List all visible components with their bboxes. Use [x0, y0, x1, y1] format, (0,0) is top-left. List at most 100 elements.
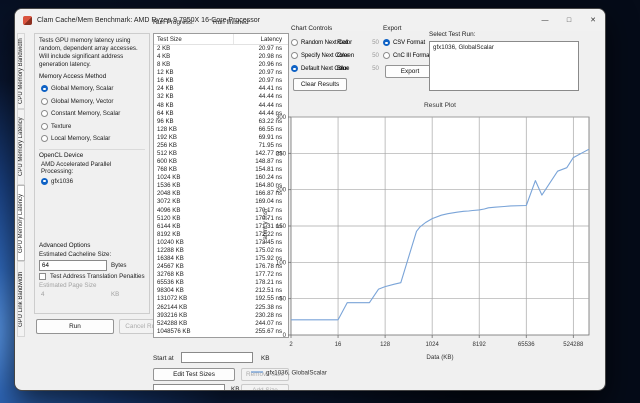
opencl-device-option[interactable]: gfx1036 — [39, 175, 145, 188]
export-format-option-label: CnC III Format — [393, 53, 431, 59]
export-button[interactable]: Export — [385, 65, 435, 78]
chart-controls-label: Chart Controls — [291, 25, 332, 32]
rgb-row: Green50 — [337, 49, 379, 62]
cell-test-size: 1536 KB — [154, 182, 234, 190]
rgb-channel-value: 50 — [372, 39, 379, 46]
radio-selected-icon — [383, 39, 390, 46]
cell-test-size: 24 KB — [154, 85, 234, 93]
cell-test-size: 2048 KB — [154, 190, 234, 198]
export-format-option-label: CSV Format — [393, 40, 425, 46]
cell-test-size: 24567 KB — [154, 263, 234, 271]
minimize-icon[interactable]: — — [533, 9, 557, 31]
edit-test-sizes-button[interactable]: Edit Test Sizes — [153, 368, 235, 381]
cell-test-size: 64 KB — [154, 110, 234, 118]
results-table-header[interactable]: Test Size Latency — [154, 34, 288, 45]
cell-test-size: 393216 KB — [154, 312, 234, 320]
memory-access-method-group: Global Memory, ScalarGlobal Memory, Vect… — [39, 82, 145, 145]
radio-unselected-icon — [383, 52, 390, 59]
cell-test-size: 10240 KB — [154, 239, 234, 247]
window-controls: — □ ✕ — [533, 9, 605, 31]
cell-test-size: 32768 KB — [154, 271, 234, 279]
column-test-size[interactable]: Test Size — [154, 34, 234, 44]
cell-test-size: 1024 KB — [154, 174, 234, 182]
add-size-input[interactable] — [153, 384, 225, 391]
export-format-group: CSV Format CnC III Format — [383, 36, 431, 62]
radio-selected-icon — [291, 65, 298, 72]
vertical-tab-strip: CPU Memory BandwidthCPU Memory LatencyGP… — [17, 33, 33, 337]
cell-test-size: 2 KB — [154, 45, 234, 53]
cell-test-size: 4096 KB — [154, 207, 234, 215]
tab-cpu-memory-latency[interactable]: CPU Memory Latency — [17, 109, 25, 185]
cell-test-size: 16384 KB — [154, 255, 234, 263]
radio-unselected-icon — [41, 135, 48, 142]
memory-access-option-label: Constant Memory, Scalar — [51, 110, 120, 117]
options-panel: Tests GPU memory latency using random, d… — [34, 33, 150, 314]
cell-test-size: 512 KB — [154, 150, 234, 158]
table-row[interactable]: 24 KB44.41 ns — [154, 85, 288, 93]
table-row[interactable]: 8 KB20.96 ns — [154, 61, 288, 69]
cell-test-size: 128 KB — [154, 126, 234, 134]
tab-gpu-memory-latency[interactable]: GPU Memory Latency — [17, 185, 25, 261]
cell-test-size: 8192 KB — [154, 231, 234, 239]
run-button[interactable]: Run — [36, 319, 114, 334]
start-at-label: Start at — [153, 355, 174, 362]
translation-penalty-label: Test Address Translation Penalties — [50, 273, 145, 280]
rgb-channel-label: Blue — [337, 65, 349, 72]
select-test-run-label: Select Test Run: — [429, 31, 475, 38]
run-progress-label: Run Progress: — [153, 19, 194, 26]
app-icon — [23, 16, 32, 25]
radio-unselected-icon — [41, 98, 48, 105]
export-format-option[interactable]: CnC III Format — [383, 49, 431, 62]
memory-access-option[interactable]: Global Memory, Vector — [39, 95, 145, 108]
cell-test-size: 65536 KB — [154, 279, 234, 287]
rgb-channel-label: Green — [337, 52, 354, 59]
cell-test-size: 32 KB — [154, 93, 234, 101]
app-window: Clam Cache/Mem Benchmark: AMD Ryzen 9 79… — [14, 8, 606, 391]
cell-test-size: 1048576 KB — [154, 328, 234, 336]
cell-test-size: 600 KB — [154, 158, 234, 166]
opencl-device-label: OpenCL Device — [39, 149, 145, 159]
run-progress-value: Run finished — [213, 19, 249, 26]
cell-test-size: 12288 KB — [154, 247, 234, 255]
memory-access-option[interactable]: Global Memory, Scalar — [39, 82, 145, 95]
column-latency[interactable]: Latency — [234, 36, 288, 43]
memory-access-option[interactable]: Local Memory, Scalar — [39, 132, 145, 145]
rgb-values: Red50Green50 Blue 50 — [337, 36, 379, 75]
export-format-option[interactable]: CSV Format — [383, 36, 431, 49]
cell-latency: 20.96 ns — [234, 61, 288, 69]
table-row[interactable]: 2 KB20.97 ns — [154, 45, 288, 53]
page-size-label: Estimated Page Size — [39, 282, 145, 289]
close-icon[interactable]: ✕ — [581, 9, 605, 31]
x-axis-title: Data (KB) — [426, 354, 453, 361]
memory-access-option[interactable]: Texture — [39, 120, 145, 133]
cell-latency: 20.97 ns — [234, 69, 288, 77]
cell-test-size: 256 KB — [154, 142, 234, 150]
y-tick-label: 150 — [276, 224, 287, 230]
maximize-icon[interactable]: □ — [557, 9, 581, 31]
cell-test-size: 262144 KB — [154, 304, 234, 312]
cacheline-unit-label: Bytes — [111, 262, 126, 269]
opencl-device-group: gfx1036 — [39, 175, 145, 188]
table-row[interactable]: 12 KB20.97 ns — [154, 69, 288, 77]
y-tick-label: 300 — [276, 115, 287, 121]
tab-cpu-memory-bandwidth[interactable]: CPU Memory Bandwidth — [17, 33, 25, 109]
advanced-options-label: Advanced Options — [39, 242, 145, 249]
test-run-listbox[interactable]: gfx1036, GlobalScalar — [429, 41, 579, 91]
tab-gpu-link-bandwidth[interactable]: GPU Link Bandwidth — [17, 261, 25, 337]
test-run-item[interactable]: gfx1036, GlobalScalar — [430, 42, 578, 53]
x-tick-label: 2 — [289, 342, 293, 348]
cell-test-size: 131072 KB — [154, 295, 234, 303]
memory-access-option[interactable]: Constant Memory, Scalar — [39, 107, 145, 120]
cacheline-size-input[interactable] — [39, 260, 107, 271]
table-row[interactable]: 16 KB20.97 ns — [154, 77, 288, 85]
table-row[interactable]: 4 KB20.98 ns — [154, 53, 288, 61]
rgb-row: Red50 — [337, 36, 379, 49]
cell-test-size: 8 KB — [154, 61, 234, 69]
clear-results-button[interactable]: Clear Results — [293, 78, 347, 91]
cell-test-size: 524288 KB — [154, 320, 234, 328]
cell-test-size: 4 KB — [154, 53, 234, 61]
test-description: Tests GPU memory latency using random, d… — [39, 37, 145, 69]
translation-penalty-checkbox[interactable] — [39, 273, 46, 280]
y-tick-label: 200 — [276, 188, 287, 194]
memory-access-option-label: Texture — [51, 123, 71, 130]
